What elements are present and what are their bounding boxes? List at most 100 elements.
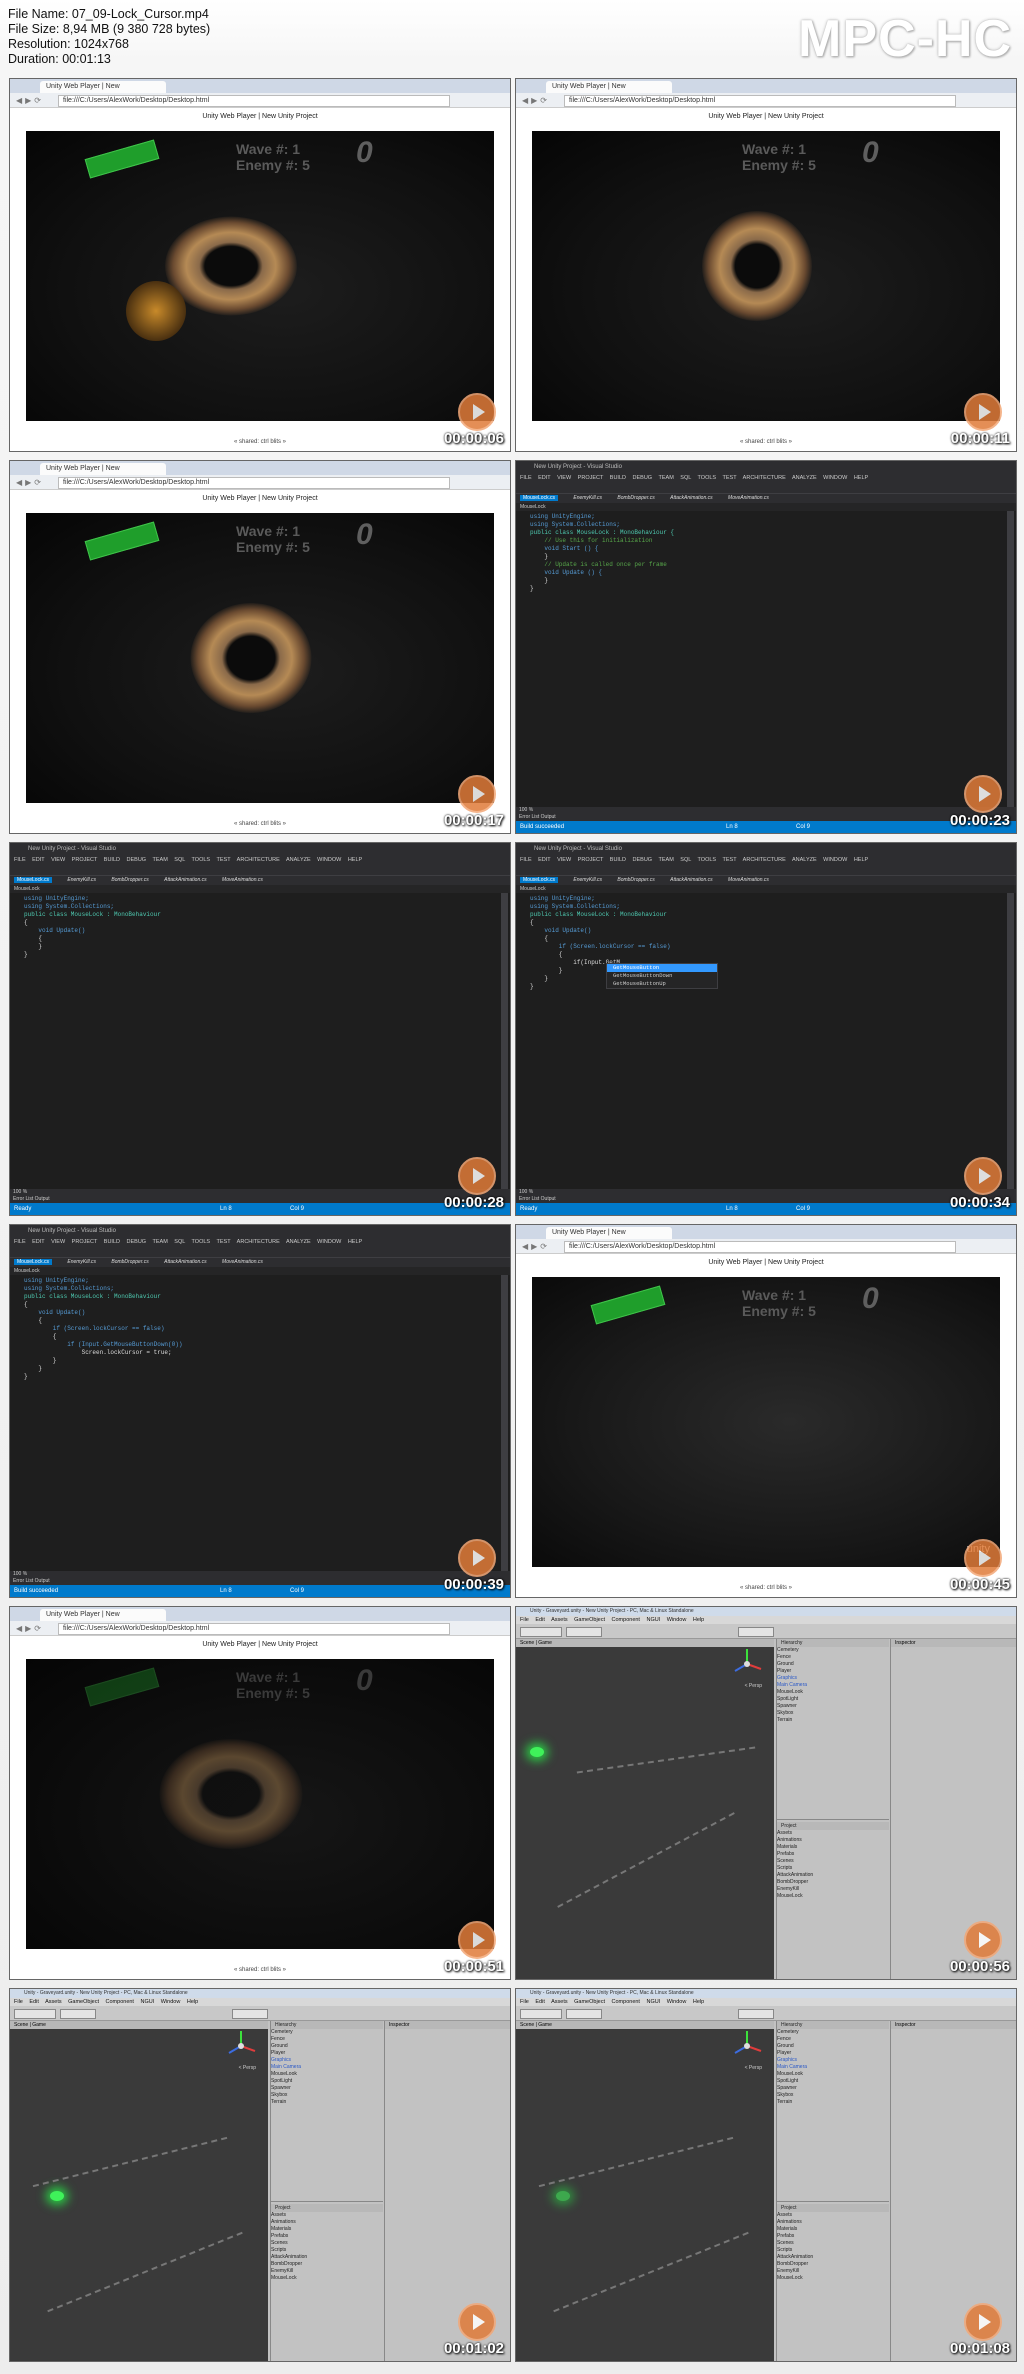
nav-arrows-icon[interactable]: ◀▶⟳	[16, 478, 44, 487]
thumbnail-7[interactable]: New Unity Project - Visual Studio FILE E…	[9, 1224, 511, 1598]
game-view[interactable]: Wave #: 1 Enemy #: 5 0	[26, 1659, 494, 1949]
scrollbar[interactable]	[1007, 511, 1014, 807]
transform-tools[interactable]	[520, 2009, 562, 2019]
thumbnail-12[interactable]: Unity - Graveyard.unity - New Unity Proj…	[515, 1988, 1017, 2362]
hierarchy-panel[interactable]: Hierarchy Cemetery Fence Ground Player Grap…	[776, 2021, 889, 2361]
document-tabs[interactable]: MouseLock.cs EnemyKill.cs BombDropper.cs…	[10, 876, 510, 885]
pivot-toggle[interactable]	[60, 2009, 96, 2019]
hierarchy-panel[interactable]: Hierarchy Cemetery Fence Ground Player Grap…	[270, 2021, 383, 2361]
game-view[interactable]: Wave #: 1 Enemy #: 5 0	[532, 131, 1000, 421]
bottom-panel[interactable]: 100 % Error List Output	[10, 1189, 510, 1203]
scrollbar[interactable]	[501, 1275, 508, 1571]
game-view[interactable]: Wave #: 1 Enemy #: 5 0	[26, 131, 494, 421]
browser-tab[interactable]: Unity Web Player | New	[546, 81, 672, 93]
play-icon	[964, 2303, 1002, 2341]
code-editor[interactable]: using UnityEngine; using System.Collecti…	[516, 893, 1006, 1189]
bottom-panel[interactable]: 100 % Error List Output	[516, 1189, 1016, 1203]
thumbnail-9[interactable]: Unity Web Player | New ◀▶⟳ file:///C:/Use…	[9, 1606, 511, 1980]
thumbnail-4[interactable]: New Unity Project - Visual Studio FILE E…	[515, 460, 1017, 834]
nav-arrows-icon[interactable]: ◀▶⟳	[522, 1242, 550, 1251]
address-bar[interactable]: file:///C:/Users/AlexWork/Desktop/Deskto…	[58, 1623, 450, 1635]
nav-arrows-icon[interactable]: ◀▶⟳	[16, 1624, 44, 1633]
toolbar[interactable]	[516, 865, 1016, 876]
code-editor[interactable]: using UnityEngine; using System.Collecti…	[10, 1275, 500, 1571]
nav-arrows-icon[interactable]: ◀▶⟳	[16, 96, 44, 105]
address-bar[interactable]: file:///C:/Users/AlexWork/Desktop/Deskto…	[58, 477, 450, 489]
browser-tab[interactable]: Unity Web Player | New	[546, 1227, 672, 1239]
project-panel[interactable]: Project Assets Animations Materials Prefabs…	[777, 1819, 889, 1979]
document-tabs[interactable]: MouseLock.cs EnemyKill.cs BombDropper.cs…	[516, 494, 1016, 503]
pivot-toggle[interactable]	[566, 1627, 602, 1637]
navigation-bar[interactable]: MouseLock	[10, 885, 510, 893]
address-bar[interactable]: file:///C:/Users/AlexWork/Desktop/Deskto…	[564, 1241, 956, 1253]
suggestion-item[interactable]: GetMouseButtonUp	[607, 980, 717, 988]
play-controls[interactable]	[738, 2009, 774, 2019]
status-bar: Build succeeded Ln 8 Col 9	[10, 1585, 510, 1597]
transform-tools[interactable]	[520, 1627, 562, 1637]
game-view[interactable]: Wave #: 1 Enemy #: 5 0	[26, 513, 494, 803]
thumbnail-6[interactable]: New Unity Project - Visual Studio FILE E…	[515, 842, 1017, 1216]
project-panel[interactable]: Project Assets Animations Materials Prefabs…	[271, 2201, 383, 2361]
suggestion-item[interactable]: GetMouseButtonDown	[607, 972, 717, 980]
tab-scene[interactable]: Scene | Game	[516, 2021, 774, 2029]
play-controls[interactable]	[738, 1627, 774, 1637]
thumbnail-2[interactable]: Unity Web Player | New ◀▶⟳ file:///C:/Use…	[515, 78, 1017, 452]
project-panel[interactable]: Project Assets Animations Materials Prefabs…	[777, 2201, 889, 2361]
thumbnail-11[interactable]: Unity - Graveyard.unity - New Unity Proj…	[9, 1988, 511, 2362]
axis-gizmo-icon[interactable]	[730, 2029, 764, 2063]
scene-view[interactable]: Scene | Game < Persp	[10, 2021, 268, 2361]
toolbar[interactable]	[10, 865, 510, 876]
menu-bar[interactable]: FILE EDIT VIEW PROJECT BUILD DEBUG TEAM …	[516, 473, 1016, 483]
menu-bar[interactable]: FILE EDIT VIEW PROJECT BUILD DEBUG TEAM …	[516, 855, 1016, 865]
intellisense-popup[interactable]: GetMouseButton GetMouseButtonDown GetMou…	[606, 963, 718, 989]
menu-bar[interactable]: File Edit Assets GameObject Component NG…	[516, 1616, 1016, 1624]
menu-bar[interactable]: FILE EDIT VIEW PROJECT BUILD DEBUG TEAM …	[10, 855, 510, 865]
address-bar[interactable]: file:///C:/Users/AlexWork/Desktop/Deskto…	[58, 95, 450, 107]
menu-bar[interactable]: File Edit Assets GameObject Component NG…	[10, 1998, 510, 2006]
timestamp: 00:00:45	[949, 1576, 1010, 1593]
toolbar[interactable]	[10, 1247, 510, 1258]
scrollbar[interactable]	[1007, 893, 1014, 1189]
transform-tools[interactable]	[14, 2009, 56, 2019]
axis-gizmo-icon[interactable]	[224, 2029, 258, 2063]
scrollbar[interactable]	[501, 893, 508, 1189]
thumbnail-8[interactable]: Unity Web Player | New ◀▶⟳ file:///C:/Use…	[515, 1224, 1017, 1598]
scene-view[interactable]: Scene | Game < Persp	[516, 1639, 774, 1979]
bottom-panel[interactable]: 100 % Error List Output	[10, 1571, 510, 1585]
play-controls[interactable]	[232, 2009, 268, 2019]
scene-view[interactable]: Scene | Game < Persp	[516, 2021, 774, 2361]
health-bar	[590, 1285, 666, 1325]
thumbnail-1[interactable]: Unity Web Player | New ◀▶⟳ file:///C:/Use…	[9, 78, 511, 452]
navigation-bar[interactable]: MouseLock	[10, 1267, 510, 1275]
address-bar[interactable]: file:///C:/Users/AlexWork/Desktop/Deskto…	[564, 95, 956, 107]
code-editor[interactable]: using UnityEngine; using System.Collecti…	[10, 893, 500, 1189]
suggestion-item[interactable]: GetMouseButton	[607, 964, 717, 972]
navigation-bar[interactable]: MouseLock	[516, 885, 1016, 893]
axis-gizmo-icon[interactable]	[730, 1647, 764, 1681]
thumbnail-10[interactable]: Unity - Graveyard.unity - New Unity Proj…	[515, 1606, 1017, 1980]
browser-tab[interactable]: Unity Web Player | New	[40, 81, 166, 93]
browser-tab[interactable]: Unity Web Player | New	[40, 463, 166, 475]
tab-scene[interactable]: Scene | Game	[10, 2021, 268, 2029]
document-tabs[interactable]: MouseLock.cs EnemyKill.cs BombDropper.cs…	[10, 1258, 510, 1267]
navigation-bar[interactable]: MouseLock	[516, 503, 1016, 511]
toolbar[interactable]	[516, 2006, 1016, 2021]
resolution: Resolution: 1024x768	[8, 37, 129, 51]
document-tabs[interactable]: MouseLock.cs EnemyKill.cs BombDropper.cs…	[516, 876, 1016, 885]
timestamp: 00:00:06	[443, 430, 504, 447]
toolbar[interactable]	[516, 1624, 1016, 1639]
browser-tab[interactable]: Unity Web Player | New	[40, 1609, 166, 1621]
bottom-panel[interactable]: 100 % Error List Output	[516, 807, 1016, 821]
tab-scene[interactable]: Scene | Game	[516, 1639, 774, 1647]
menu-bar[interactable]: FILE EDIT VIEW PROJECT BUILD DEBUG TEAM …	[10, 1237, 510, 1247]
thumbnail-3[interactable]: Unity Web Player | New ◀▶⟳ file:///C:/Use…	[9, 460, 511, 834]
pivot-toggle[interactable]	[566, 2009, 602, 2019]
toolbar[interactable]	[516, 483, 1016, 494]
menu-bar[interactable]: File Edit Assets GameObject Component NG…	[516, 1998, 1016, 2006]
game-view[interactable]: Wave #: 1Enemy #: 5 0 unity	[532, 1277, 1000, 1567]
nav-arrows-icon[interactable]: ◀▶⟳	[522, 96, 550, 105]
hierarchy-panel[interactable]: Hierarchy Cemetery Fence Ground Player Grap…	[776, 1639, 889, 1979]
toolbar[interactable]	[10, 2006, 510, 2021]
code-editor[interactable]: using UnityEngine; using System.Collecti…	[516, 511, 1006, 807]
thumbnail-5[interactable]: New Unity Project - Visual Studio FILE E…	[9, 842, 511, 1216]
